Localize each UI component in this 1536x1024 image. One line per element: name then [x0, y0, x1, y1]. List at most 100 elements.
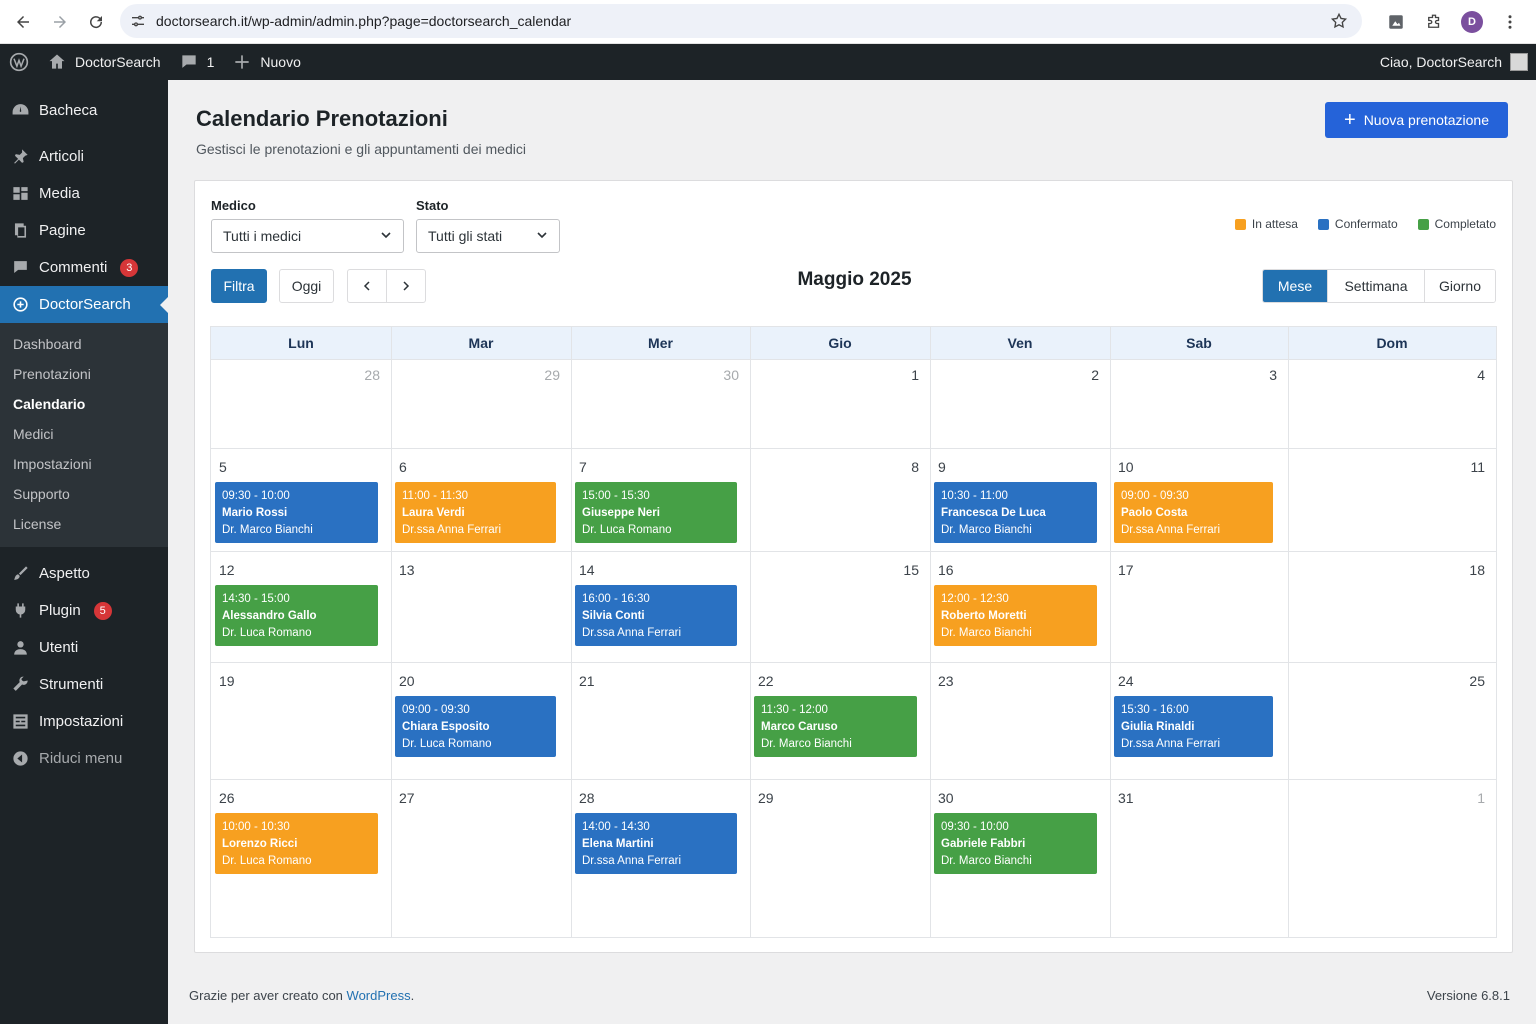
day-number[interactable]: 18: [1288, 562, 1485, 578]
day-number[interactable]: 6: [399, 459, 407, 475]
day-number[interactable]: 19: [219, 673, 235, 689]
day-number[interactable]: 28: [579, 790, 595, 806]
status-select[interactable]: Tutti gli stati: [416, 219, 560, 253]
site-settings-icon[interactable]: [120, 13, 156, 29]
back-button[interactable]: [5, 4, 41, 40]
appointment-event[interactable]: 09:30 - 10:00 Mario Rossi Dr. Marco Bianch…: [215, 482, 378, 543]
new-booking-button[interactable]: + Nuova prenotazione: [1325, 102, 1508, 138]
my-account-menu[interactable]: Ciao, DoctorSearch: [1380, 44, 1528, 80]
day-number[interactable]: 15: [750, 562, 919, 578]
day-number[interactable]: 2: [930, 367, 1099, 383]
address-bar[interactable]: doctorsearch.it/wp-admin/admin.php?page=…: [120, 4, 1362, 38]
day-number[interactable]: 29: [758, 790, 774, 806]
day-number[interactable]: 9: [938, 459, 946, 475]
menu-articoli[interactable]: Articoli: [0, 138, 168, 175]
day-number[interactable]: 5: [219, 459, 227, 475]
day-number[interactable]: 10: [1118, 459, 1134, 475]
comments-menu[interactable]: 1: [170, 44, 224, 80]
day-number[interactable]: 16: [938, 562, 954, 578]
day-number[interactable]: 22: [758, 673, 774, 689]
day-number[interactable]: 12: [219, 562, 235, 578]
day-number[interactable]: 17: [1118, 562, 1134, 578]
legend-completed: Completato: [1417, 217, 1496, 231]
day-number[interactable]: 27: [399, 790, 415, 806]
view-week-button[interactable]: Settimana: [1327, 270, 1424, 302]
day-number[interactable]: 8: [750, 459, 919, 475]
day-number[interactable]: 21: [579, 673, 595, 689]
event-doctor: Dr.ssa Anna Ferrari: [402, 524, 502, 536]
appointment-event[interactable]: 10:30 - 11:00 Francesca De Luca Dr. Marco …: [934, 482, 1097, 543]
day-number[interactable]: 23: [938, 673, 954, 689]
submenu-impostazioni[interactable]: Impostazioni: [0, 449, 168, 479]
menu-pagine[interactable]: Pagine: [0, 212, 168, 249]
menu-strumenti[interactable]: Strumenti: [0, 666, 168, 703]
appointment-event[interactable]: 16:00 - 16:30 Silvia Conti Dr.ssa Anna Fer…: [575, 585, 737, 646]
submenu-supporto[interactable]: Supporto: [0, 479, 168, 509]
doctor-select[interactable]: Tutti i medici: [211, 219, 404, 253]
day-number[interactable]: 30: [938, 790, 954, 806]
submenu-prenotazioni[interactable]: Prenotazioni: [0, 359, 168, 389]
view-month-button[interactable]: Mese: [1263, 270, 1327, 302]
day-number[interactable]: 25: [1288, 673, 1485, 689]
menu-impostazioni[interactable]: Impostazioni: [0, 703, 168, 740]
day-number[interactable]: 7: [579, 459, 587, 475]
bookmark-star-icon[interactable]: [1330, 12, 1348, 35]
menu-plugin[interactable]: Plugin 5: [0, 592, 168, 629]
menu-commenti[interactable]: Commenti 3: [0, 249, 168, 286]
day-number[interactable]: 24: [1118, 673, 1134, 689]
appointment-event[interactable]: 14:00 - 14:30 Elena Martini Dr.ssa Anna Fe…: [575, 813, 737, 874]
menu-label: Plugin: [39, 602, 81, 619]
menu-utenti[interactable]: Utenti: [0, 629, 168, 666]
wp-logo-menu[interactable]: [0, 44, 38, 80]
grid-row-divider: [211, 662, 1496, 663]
day-number[interactable]: 1: [750, 367, 919, 383]
menu-media[interactable]: Media: [0, 175, 168, 212]
comment-icon: [10, 258, 30, 278]
menu-doctorsearch[interactable]: DoctorSearch: [0, 286, 168, 323]
appointment-event[interactable]: 12:00 - 12:30 Roberto Moretti Dr. Marco Bi…: [934, 585, 1097, 646]
menu-label: Riduci menu: [39, 750, 123, 767]
day-number[interactable]: 26: [219, 790, 235, 806]
appointment-event[interactable]: 10:00 - 10:30 Lorenzo Ricci Dr. Luca Roman…: [215, 813, 378, 874]
appointment-event[interactable]: 09:00 - 09:30 Chiara Esposito Dr. Luca Rom…: [395, 696, 556, 757]
day-number[interactable]: 28: [211, 367, 380, 383]
profile-avatar[interactable]: D: [1458, 8, 1486, 36]
day-number[interactable]: 31: [1118, 790, 1134, 806]
menu-bacheca[interactable]: Bacheca: [0, 92, 168, 129]
new-content-menu[interactable]: Nuovo: [223, 44, 309, 80]
weekday-label: Sab: [1186, 335, 1212, 351]
submenu-dashboard[interactable]: Dashboard: [0, 329, 168, 359]
kebab-menu-icon[interactable]: [1496, 8, 1524, 36]
plus-icon: [235, 55, 250, 69]
new-booking-label: Nuova prenotazione: [1363, 112, 1489, 128]
appointment-event[interactable]: 11:30 - 12:00 Marco Caruso Dr. Marco Bianc…: [754, 696, 917, 757]
day-number[interactable]: 29: [391, 367, 560, 383]
extension-icon[interactable]: [1382, 8, 1410, 36]
appointment-event[interactable]: 15:00 - 15:30 Giuseppe Neri Dr. Luca Roman…: [575, 482, 737, 543]
appointment-event[interactable]: 15:30 - 16:00 Giulia Rinaldi Dr.ssa Anna F…: [1114, 696, 1273, 757]
day-number[interactable]: 13: [399, 562, 415, 578]
day-number[interactable]: 14: [579, 562, 595, 578]
site-name-menu[interactable]: DoctorSearch: [38, 44, 170, 80]
day-number[interactable]: 11: [1288, 459, 1485, 475]
forward-button[interactable]: [42, 4, 78, 40]
day-number[interactable]: 20: [399, 673, 415, 689]
day-number[interactable]: 4: [1288, 367, 1485, 383]
submenu-medici[interactable]: Medici: [0, 419, 168, 449]
appointment-event[interactable]: 14:30 - 15:00 Alessandro Gallo Dr. Luca Ro…: [215, 585, 378, 646]
day-number[interactable]: 30: [571, 367, 739, 383]
appointment-event[interactable]: 11:00 - 11:30 Laura Verdi Dr.ssa Anna Ferr…: [395, 482, 556, 543]
submenu-license[interactable]: License: [0, 509, 168, 539]
puzzle-icon[interactable]: [1420, 8, 1448, 36]
appointment-event[interactable]: 09:00 - 09:30 Paolo Costa Dr.ssa Anna Ferr…: [1114, 482, 1273, 543]
reload-button[interactable]: [78, 4, 114, 40]
footer-thanks-text: Grazie per aver creato con: [189, 988, 347, 1003]
menu-collapse[interactable]: Riduci menu: [0, 740, 168, 777]
menu-aspetto[interactable]: Aspetto: [0, 555, 168, 592]
day-number[interactable]: 1: [1288, 790, 1485, 806]
appointment-event[interactable]: 09:30 - 10:00 Gabriele Fabbri Dr. Marco Bi…: [934, 813, 1097, 874]
submenu-calendario[interactable]: Calendario: [0, 389, 168, 419]
wordpress-link[interactable]: WordPress: [347, 988, 411, 1003]
day-number[interactable]: 3: [1110, 367, 1277, 383]
view-day-button[interactable]: Giorno: [1424, 270, 1495, 302]
